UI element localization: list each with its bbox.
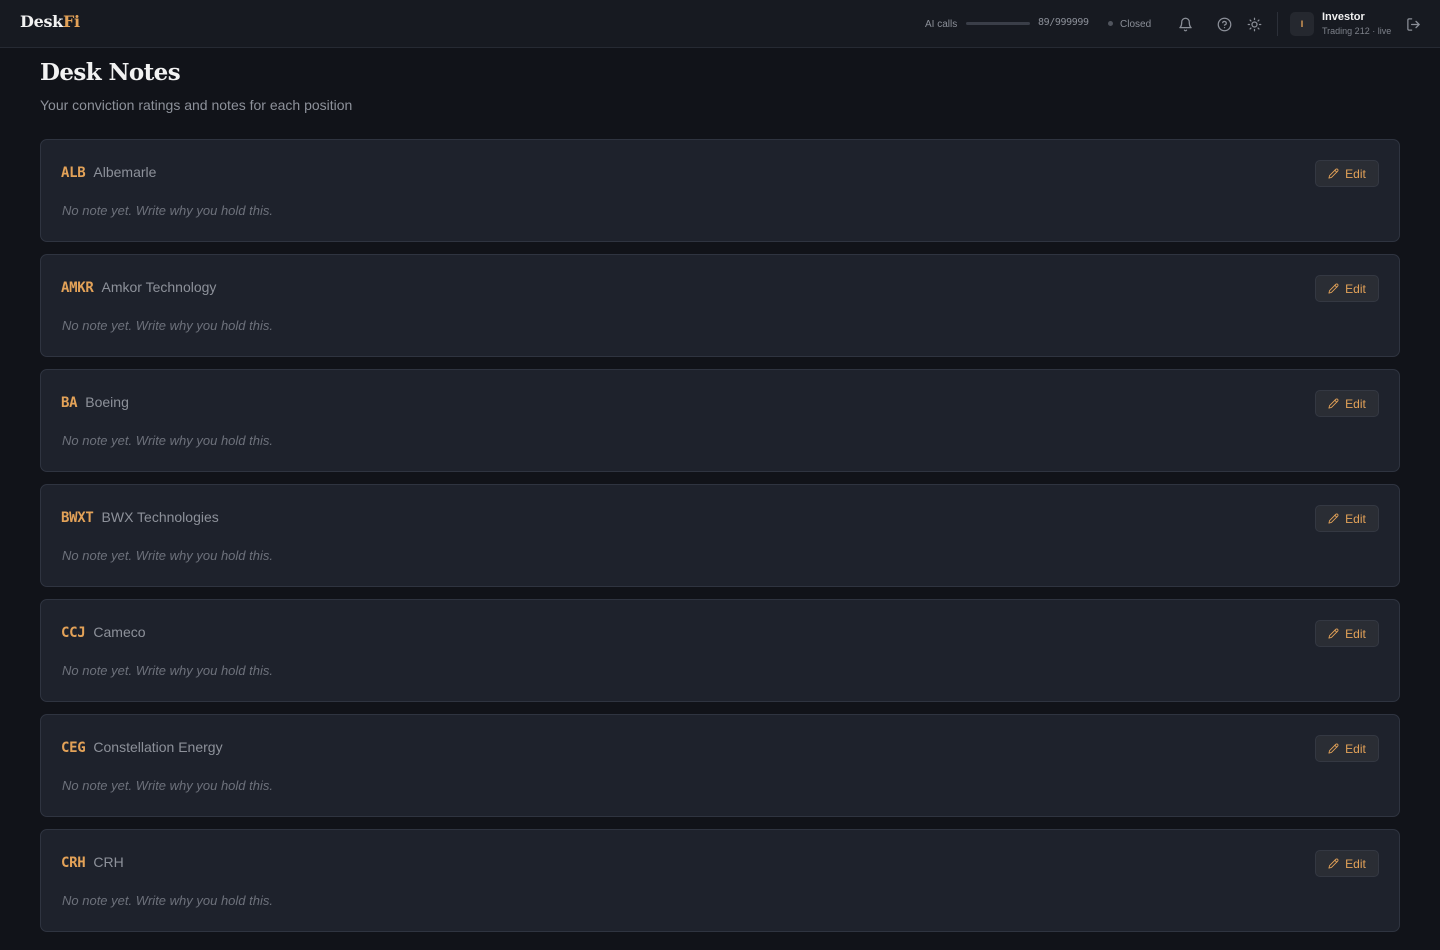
help-icon[interactable] [1214,14,1234,34]
edit-note-button[interactable]: Edit [1315,505,1379,532]
edit-label: Edit [1345,281,1366,296]
position-note: No note yet. Write why you hold this. [62,663,273,678]
position-card: CEG Constellation Energy No note yet. Wr… [40,714,1400,817]
position-header: BWXT BWX Technologies [61,509,219,526]
position-ticker: BWXT [61,510,94,526]
app-logo[interactable]: DeskFi [20,12,80,31]
edit-note-button[interactable]: Edit [1315,275,1379,302]
position-note: No note yet. Write why you hold this. [62,548,273,563]
edit-note-button[interactable]: Edit [1315,620,1379,647]
position-company-name: Constellation Energy [93,739,223,755]
bell-icon[interactable] [1175,14,1195,34]
pencil-icon [1328,283,1339,294]
edit-label: Edit [1345,511,1366,526]
position-card: CRH CRH No note yet. Write why you hold … [40,829,1400,932]
market-status-dot [1108,21,1113,26]
position-header: CRH CRH [61,854,124,871]
position-ticker: AMKR [61,280,94,296]
position-note: No note yet. Write why you hold this. [62,893,273,908]
position-card: BWXT BWX Technologies No note yet. Write… [40,484,1400,587]
avatar[interactable]: I [1290,12,1314,36]
edit-label: Edit [1345,741,1366,756]
edit-note-button[interactable]: Edit [1315,850,1379,877]
page-subtitle: Your conviction ratings and notes for ea… [40,97,353,113]
position-ticker: CEG [61,740,86,756]
position-note: No note yet. Write why you hold this. [62,203,273,218]
position-note: No note yet. Write why you hold this. [62,433,273,448]
position-card: CCJ Cameco No note yet. Write why you ho… [40,599,1400,702]
position-card: AMKR Amkor Technology No note yet. Write… [40,254,1400,357]
position-company-name: CRH [93,854,124,870]
position-header: CEG Constellation Energy [61,739,223,756]
user-name: Investor [1322,11,1365,23]
logo-main: Desk [20,12,63,31]
notes-list: ALB Albemarle No note yet. Write why you… [40,139,1400,944]
position-company-name: Boeing [85,394,129,410]
position-company-name: Cameco [93,624,146,640]
position-ticker: CCJ [61,625,86,641]
header-divider [1277,12,1278,36]
position-ticker: CRH [61,855,86,871]
position-card: ALB Albemarle No note yet. Write why you… [40,139,1400,242]
logo-accent: Fi [62,12,80,31]
pencil-icon [1328,743,1339,754]
position-card: BA Boeing No note yet. Write why you hol… [40,369,1400,472]
position-header: AMKR Amkor Technology [61,279,216,296]
edit-note-button[interactable]: Edit [1315,735,1379,762]
position-company-name: BWX Technologies [101,509,219,525]
position-note: No note yet. Write why you hold this. [62,318,273,333]
ai-calls-count: 89/999999 [1038,17,1089,28]
edit-label: Edit [1345,856,1366,871]
position-company-name: Amkor Technology [101,279,217,295]
logout-icon[interactable] [1403,14,1423,34]
position-header: CCJ Cameco [61,624,146,641]
pencil-icon [1328,168,1339,179]
edit-label: Edit [1345,626,1366,641]
position-header: BA Boeing [61,394,129,411]
position-note: No note yet. Write why you hold this. [62,778,273,793]
position-ticker: ALB [61,165,86,181]
pencil-icon [1328,858,1339,869]
top-bar: DeskFi AI calls 89/999999 Closed I Inves… [0,0,1440,48]
ai-calls-progress-bar [966,22,1030,25]
position-company-name: Albemarle [93,164,157,180]
edit-note-button[interactable]: Edit [1315,390,1379,417]
sun-icon[interactable] [1244,14,1264,34]
page-title: Desk Notes [40,59,181,86]
edit-note-button[interactable]: Edit [1315,160,1379,187]
pencil-icon [1328,398,1339,409]
market-status-label: Closed [1120,19,1152,30]
edit-label: Edit [1345,396,1366,411]
position-ticker: BA [61,395,78,411]
position-header: ALB Albemarle [61,164,156,181]
user-account: Trading 212 · live [1322,26,1392,36]
ai-calls-label: AI calls [925,19,958,30]
pencil-icon [1328,628,1339,639]
edit-label: Edit [1345,166,1366,181]
pencil-icon [1328,513,1339,524]
